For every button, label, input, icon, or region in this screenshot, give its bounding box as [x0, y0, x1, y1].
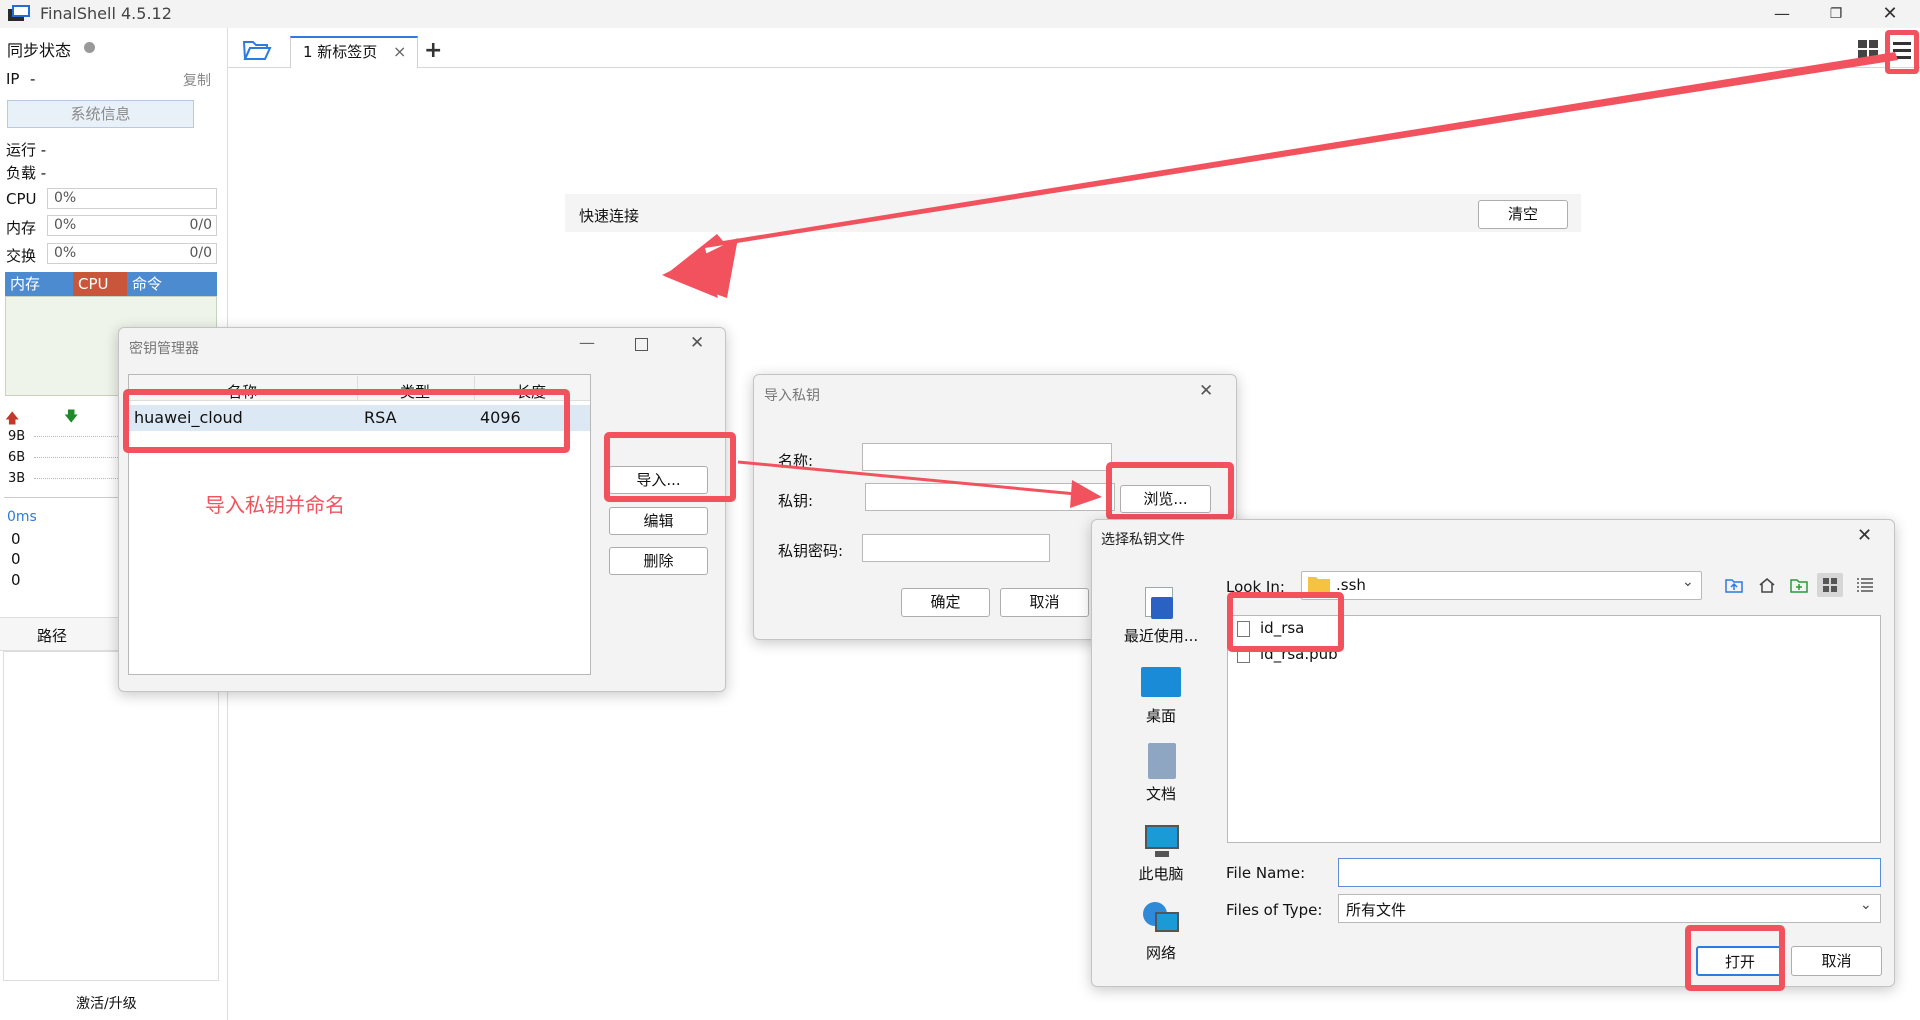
- place-this-pc[interactable]: 此电脑: [1118, 823, 1204, 884]
- fc-close-icon[interactable]: ✕: [1857, 525, 1872, 546]
- up-folder-icon[interactable]: [1725, 577, 1743, 593]
- desktop-icon: [1141, 665, 1181, 701]
- file-highlight: [1227, 592, 1344, 652]
- file-type-chevron-down-icon[interactable]: ⌄: [1860, 897, 1872, 913]
- home-icon[interactable]: [1758, 577, 1776, 593]
- place-documents-label: 文档: [1145, 785, 1176, 803]
- place-documents[interactable]: 文档: [1118, 743, 1204, 804]
- place-desktop[interactable]: 桌面: [1118, 665, 1204, 726]
- place-recent[interactable]: 最近使用...: [1118, 585, 1204, 646]
- place-this-pc-label: 此电脑: [1138, 865, 1184, 883]
- fc-cancel-button[interactable]: 取消: [1791, 946, 1882, 976]
- files-of-type-combo[interactable]: [1338, 894, 1881, 923]
- place-desktop-label: 桌面: [1145, 707, 1176, 725]
- folder-icon: [1308, 577, 1330, 593]
- open-highlight: [1685, 925, 1785, 991]
- file-name-input[interactable]: [1338, 858, 1881, 887]
- recent-icon: [1141, 585, 1181, 621]
- place-recent-label: 最近使用...: [1123, 627, 1199, 645]
- new-folder-icon[interactable]: [1790, 577, 1808, 593]
- network-icon: [1141, 902, 1181, 938]
- files-of-type-label: Files of Type:: [1226, 901, 1323, 919]
- place-network-label: 网络: [1145, 944, 1176, 962]
- place-network[interactable]: 网络: [1118, 902, 1204, 963]
- computer-icon: [1141, 823, 1181, 859]
- file-name-label: File Name:: [1226, 864, 1306, 882]
- files-of-type-value: 所有文件: [1346, 901, 1407, 919]
- documents-icon: [1141, 743, 1181, 779]
- look-in-chevron-down-icon[interactable]: ⌄: [1682, 574, 1694, 590]
- details-view-icon[interactable]: [1857, 578, 1873, 592]
- file-chooser-title: 选择私钥文件: [1101, 532, 1185, 548]
- grid-view-icon[interactable]: [1823, 578, 1837, 592]
